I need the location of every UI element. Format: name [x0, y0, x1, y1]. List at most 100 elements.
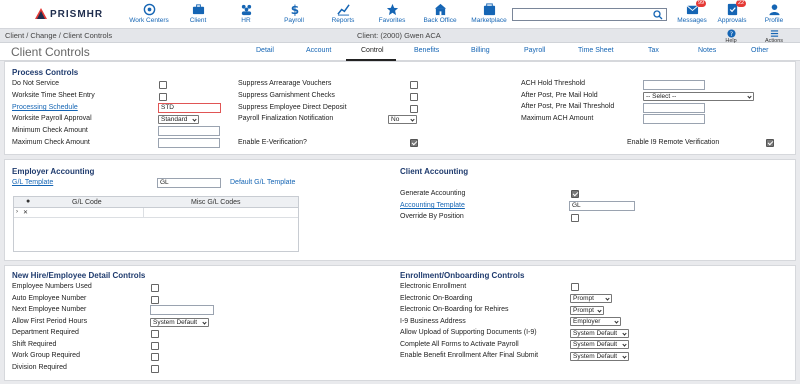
- gl-code-column-header[interactable]: G/L Code: [72, 199, 102, 206]
- prismhr-logo[interactable]: PRISMHR: [35, 8, 103, 20]
- new-hire-controls-title: New Hire/Employee Detail Controls: [12, 271, 146, 280]
- accounting-template-link[interactable]: Accounting Template: [400, 202, 465, 209]
- i9-business-address-label: I-9 Business Address: [400, 318, 466, 325]
- svg-text:$: $: [290, 3, 298, 16]
- hamburger-icon: [770, 30, 778, 37]
- allow-upload-supporting-docs-select[interactable]: System Default: [570, 329, 629, 338]
- tab-control[interactable]: Control: [361, 47, 384, 54]
- after-post-pre-mail-hold-select[interactable]: -- Select --: [643, 92, 754, 101]
- electronic-onboarding-rehires-select[interactable]: Prompt: [570, 306, 604, 315]
- next-employee-number-input[interactable]: [150, 305, 214, 315]
- row-expand-icon[interactable]: ›: [16, 209, 18, 215]
- actions-button[interactable]: Actions: [760, 29, 788, 44]
- search-input[interactable]: [512, 8, 667, 21]
- help-button[interactable]: ? Help: [717, 29, 745, 44]
- tab-other[interactable]: Other: [751, 47, 769, 54]
- brand-name: PRISMHR: [50, 8, 104, 20]
- nav-label: Back Office: [423, 17, 457, 24]
- nav-profile[interactable]: Profile: [750, 3, 798, 24]
- title-bar: Client Controls Detail Account Control B…: [0, 43, 800, 61]
- accounting-template-input[interactable]: GL: [569, 201, 635, 211]
- processing-schedule-link[interactable]: Processing Schedule: [12, 104, 78, 111]
- tab-notes[interactable]: Notes: [698, 47, 716, 54]
- gl-codes-grid: ● G/L Code Misc G/L Codes › ✕: [13, 196, 299, 252]
- nav-payroll[interactable]: $ Payroll: [270, 3, 318, 24]
- grid-header: ● G/L Code Misc G/L Codes: [14, 197, 298, 208]
- process-controls-panel: Process Controls Do Not Service Worksite…: [4, 61, 796, 155]
- client-accounting-title: Client Accounting: [400, 167, 469, 176]
- complete-all-forms-select[interactable]: System Default: [570, 340, 629, 349]
- override-by-position-checkbox[interactable]: [571, 214, 579, 222]
- employee-numbers-used-checkbox[interactable]: [151, 284, 159, 292]
- shift-required-checkbox[interactable]: [151, 342, 159, 350]
- nav-favorites[interactable]: Favorites: [368, 3, 416, 24]
- nav-label: Reports: [331, 17, 355, 24]
- default-gl-template-link[interactable]: Default G/L Template: [230, 179, 295, 186]
- tab-tax[interactable]: Tax: [648, 47, 659, 54]
- do-not-service-checkbox[interactable]: [159, 81, 167, 89]
- search-icon[interactable]: [653, 10, 663, 20]
- ach-hold-threshold-input[interactable]: [643, 80, 705, 90]
- auto-employee-number-label: Auto Employee Number: [12, 295, 87, 302]
- misc-gl-codes-column-header[interactable]: Misc G/L Codes: [191, 199, 241, 206]
- tab-account[interactable]: Account: [306, 47, 331, 54]
- tab-detail[interactable]: Detail: [256, 47, 274, 54]
- maximum-ach-amount-input[interactable]: [643, 114, 705, 124]
- allow-first-period-hours-label: Allow First Period Hours: [12, 318, 88, 325]
- employer-accounting-title: Employer Accounting: [12, 167, 95, 176]
- after-post-pre-mail-threshold-input[interactable]: [643, 103, 705, 113]
- nav-marketplace[interactable]: Marketplace: [465, 3, 513, 24]
- enable-i9-remote-verification-checkbox[interactable]: [766, 139, 774, 147]
- electronic-onboarding-rehires-label: Electronic On-Boarding for Rehires: [400, 306, 509, 313]
- tab-time-sheet[interactable]: Time Sheet: [578, 47, 614, 54]
- prism-logo-icon: [35, 8, 47, 19]
- help-icon: ?: [726, 29, 736, 38]
- nav-approvals[interactable]: 22 Approvals: [708, 0, 756, 24]
- nav-hr[interactable]: HR: [222, 3, 270, 24]
- suppress-arrearage-vouchers-checkbox[interactable]: [410, 81, 418, 89]
- maximum-check-amount-input[interactable]: [158, 138, 220, 148]
- nav-work-centers[interactable]: Work Centers: [125, 3, 173, 24]
- profile-icon: [768, 4, 780, 16]
- electronic-enrollment-checkbox[interactable]: [571, 283, 579, 291]
- division-required-checkbox[interactable]: [151, 365, 159, 373]
- table-row[interactable]: › ✕: [14, 208, 298, 218]
- electronic-onboarding-select[interactable]: Prompt: [570, 294, 612, 303]
- messages-badge: 99: [696, 0, 707, 7]
- override-by-position-label: Override By Position: [400, 213, 464, 220]
- enable-e-verification-checkbox[interactable]: [410, 139, 418, 147]
- suppress-employee-direct-deposit-checkbox[interactable]: [410, 105, 418, 113]
- allow-first-period-hours-select[interactable]: System Default: [150, 318, 209, 327]
- nav-back-office[interactable]: Back Office: [416, 3, 464, 24]
- tab-billing[interactable]: Billing: [471, 47, 490, 54]
- process-controls-title: Process Controls: [12, 68, 79, 77]
- i9-business-address-select[interactable]: Employer: [570, 317, 621, 326]
- tab-benefits[interactable]: Benefits: [414, 47, 439, 54]
- nav-label: Client: [189, 17, 207, 24]
- department-required-checkbox[interactable]: [151, 330, 159, 338]
- enable-benefit-enrollment-select[interactable]: System Default: [570, 352, 629, 361]
- work-group-required-checkbox[interactable]: [151, 353, 159, 361]
- minimum-check-amount-input[interactable]: [158, 126, 220, 136]
- nav-client[interactable]: Client: [174, 3, 222, 24]
- nav-reports[interactable]: Reports: [319, 3, 367, 24]
- grid-settings-icon[interactable]: ●: [26, 198, 30, 205]
- payroll-finalization-notification-select[interactable]: No: [388, 115, 417, 124]
- processing-schedule-input[interactable]: STD: [158, 103, 221, 113]
- minimum-check-amount-label: Minimum Check Amount: [12, 127, 88, 134]
- suppress-garnishment-checks-checkbox[interactable]: [410, 93, 418, 101]
- row-delete-icon[interactable]: ✕: [23, 209, 28, 216]
- generate-accounting-checkbox[interactable]: [571, 190, 579, 198]
- gl-template-input[interactable]: GL: [157, 178, 221, 188]
- maximum-check-amount-label: Maximum Check Amount: [12, 139, 90, 146]
- work-group-required-label: Work Group Required: [12, 352, 80, 359]
- star-icon: [386, 3, 398, 16]
- auto-employee-number-checkbox[interactable]: [151, 296, 159, 304]
- tab-payroll[interactable]: Payroll: [524, 47, 545, 54]
- worksite-time-sheet-entry-checkbox[interactable]: [159, 93, 167, 101]
- gl-template-link[interactable]: G/L Template: [12, 179, 53, 186]
- breadcrumb-bar: Client / Change / Client Controls Client…: [0, 29, 800, 44]
- worksite-payroll-approval-select[interactable]: Standard: [158, 115, 199, 124]
- marketplace-icon: [483, 3, 495, 16]
- shift-required-label: Shift Required: [12, 341, 57, 348]
